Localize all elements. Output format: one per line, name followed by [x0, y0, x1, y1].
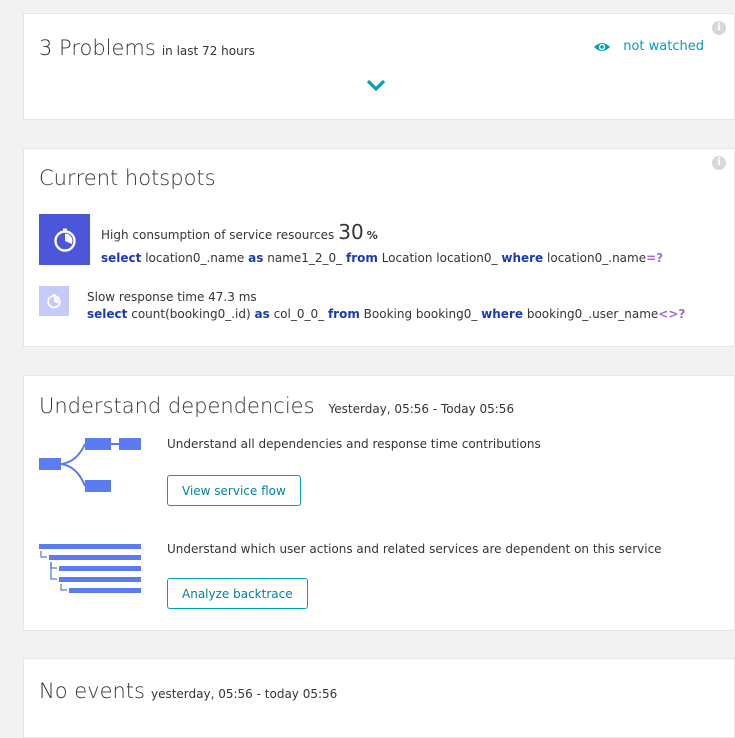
- problems-card: i 3 Problems in last 72 hours not watched: [23, 13, 735, 120]
- info-icon[interactable]: i: [712, 156, 726, 170]
- dependencies-title: Understand dependencies Yesterday, 05:56 …: [39, 394, 514, 418]
- hotspot-title-text: High consumption of service resources: [101, 228, 335, 242]
- hotspot-item-title[interactable]: High consumption of service resources 30%: [101, 220, 378, 244]
- sql-text: col_0_0_: [273, 307, 325, 321]
- hotspot-query: select location0_.name as name1_2_0_ fro…: [101, 251, 663, 265]
- info-icon[interactable]: i: [712, 21, 726, 35]
- sql-keyword: from: [327, 307, 360, 321]
- sql-keyword: where: [501, 251, 544, 265]
- events-title: No events yesterday, 05:56 - today 05:56: [39, 679, 337, 703]
- backtrace-description: Understand which user actions and relate…: [167, 542, 662, 556]
- sql-text: location0_.name: [547, 251, 647, 265]
- eye-icon: [594, 42, 611, 51]
- dependencies-range: Yesterday, 05:56 - Today 05:56: [328, 402, 515, 416]
- resource-consumption-icon[interactable]: [39, 214, 90, 265]
- service-flow-icon: [39, 438, 141, 492]
- sql-operator: <>?: [658, 307, 686, 321]
- sql-text: Location location0_: [381, 251, 498, 265]
- sql-operator: =?: [646, 251, 664, 265]
- events-range: yesterday, 05:56 - today 05:56: [150, 687, 338, 701]
- view-service-flow-button[interactable]: View service flow: [167, 475, 301, 506]
- watch-label: not watched: [623, 39, 704, 54]
- hotspot-unit: %: [366, 229, 378, 242]
- watch-toggle[interactable]: not watched: [593, 39, 704, 54]
- sql-keyword: as: [254, 307, 270, 321]
- events-card: No events yesterday, 05:56 - today 05:56: [23, 658, 735, 738]
- sql-keyword: from: [345, 251, 378, 265]
- problems-range: in last 72 hours: [161, 44, 255, 58]
- dependencies-card: Understand dependencies Yesterday, 05:56 …: [23, 375, 735, 631]
- events-title-text: No events: [39, 679, 145, 703]
- hotspot-item-title[interactable]: Slow response time 47.3 ms: [87, 290, 257, 304]
- hotspots-title: Current hotspots: [39, 166, 216, 190]
- hotspots-card: i Current hotspots High consumption of s…: [23, 148, 735, 347]
- sql-keyword: where: [481, 307, 523, 321]
- hotspot-query: select count(booking0_.id) as col_0_0_ f…: [87, 307, 685, 321]
- response-time-icon[interactable]: [39, 286, 69, 316]
- stopwatch-icon: [53, 228, 76, 252]
- hotspot-value: 30: [338, 220, 364, 244]
- dependencies-title-text: Understand dependencies: [39, 394, 315, 418]
- sql-keyword: select: [101, 251, 142, 265]
- sql-text: Booking booking0_: [363, 307, 478, 321]
- chevron-down-icon[interactable]: [366, 78, 386, 92]
- sql-text: name1_2_0_: [267, 251, 343, 265]
- problems-title: 3 Problems in last 72 hours: [39, 36, 255, 60]
- sql-keyword: as: [248, 251, 264, 265]
- problems-count: 3 Problems: [39, 36, 156, 60]
- backtrace-icon: [39, 544, 141, 593]
- sql-keyword: select: [87, 307, 128, 321]
- sql-text: booking0_.user_name: [526, 307, 659, 321]
- stopwatch-icon: [47, 293, 61, 309]
- sql-text: count(booking0_.id): [131, 307, 251, 321]
- service-flow-description: Understand all dependencies and response…: [167, 437, 541, 451]
- analyze-backtrace-button[interactable]: Analyze backtrace: [167, 578, 308, 609]
- sql-text: location0_.name: [145, 251, 245, 265]
